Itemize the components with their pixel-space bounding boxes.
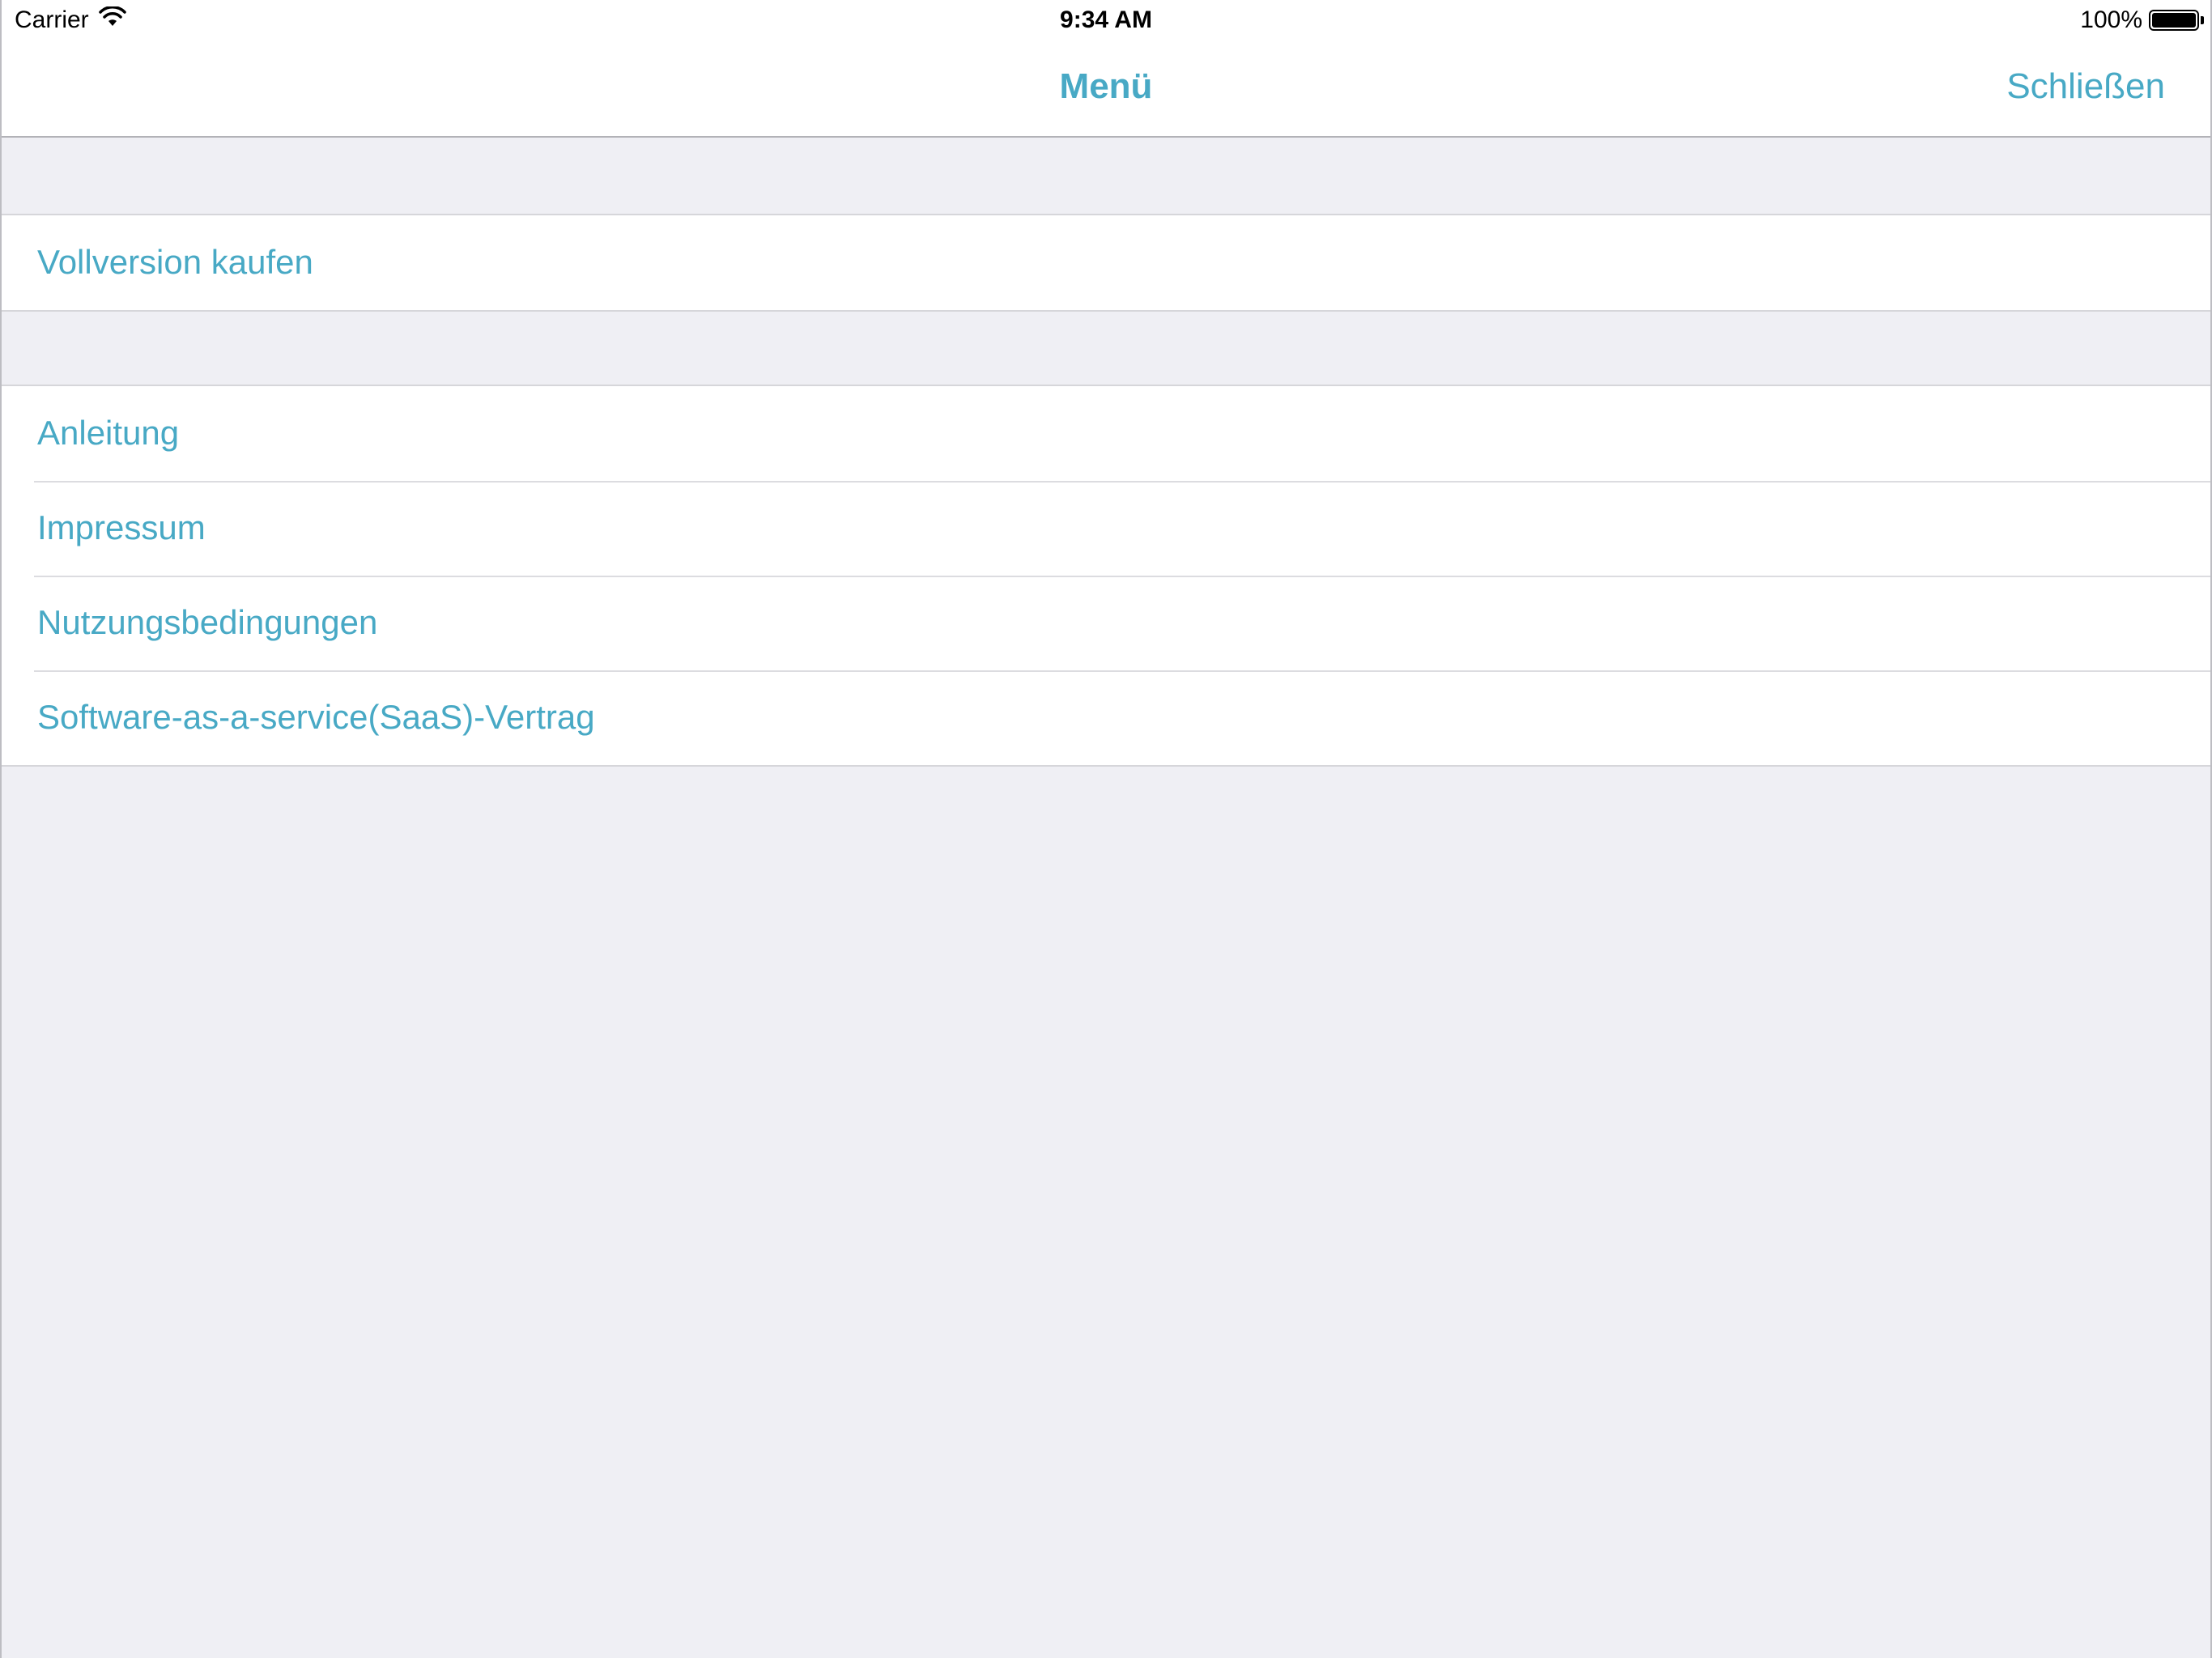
menu-item-label: Anleitung (37, 414, 180, 452)
menu-item-buy-full-version[interactable]: Vollversion kaufen (2, 215, 2210, 310)
battery-percent: 100% (2080, 6, 2142, 33)
menu-item-label: Vollversion kaufen (37, 243, 313, 281)
menu-item-imprint[interactable]: Impressum (2, 481, 2210, 576)
menu-item-terms-of-use[interactable]: Nutzungsbedingungen (2, 576, 2210, 670)
purchase-section: Vollversion kaufen (2, 214, 2210, 312)
menu-item-instructions[interactable]: Anleitung (2, 386, 2210, 481)
battery-fill (2152, 13, 2196, 28)
status-bar: Carrier 9:34 AM 100% (2, 0, 2210, 45)
menu-item-label: Nutzungsbedingungen (37, 603, 378, 641)
status-time: 9:34 AM (1060, 6, 1152, 33)
menu-item-label: Software-as-a-service(SaaS)-Vertrag (37, 698, 595, 736)
menu-item-label: Impressum (37, 508, 206, 546)
close-button[interactable]: Schließen (2006, 66, 2165, 107)
battery-icon (2149, 10, 2204, 31)
menu-item-saas-contract[interactable]: Software-as-a-service(SaaS)-Vertrag (2, 670, 2210, 765)
status-right: 100% (2080, 6, 2204, 34)
navigation-bar: Menü Schließen (2, 45, 2210, 138)
info-section: Anleitung Impressum Nutzungsbedingungen … (2, 385, 2210, 767)
app-window: Carrier 9:34 AM 100% Menü Schließen Voll… (0, 0, 2212, 1658)
page-title: Menü (1059, 66, 1153, 106)
battery-tip (2201, 16, 2204, 24)
